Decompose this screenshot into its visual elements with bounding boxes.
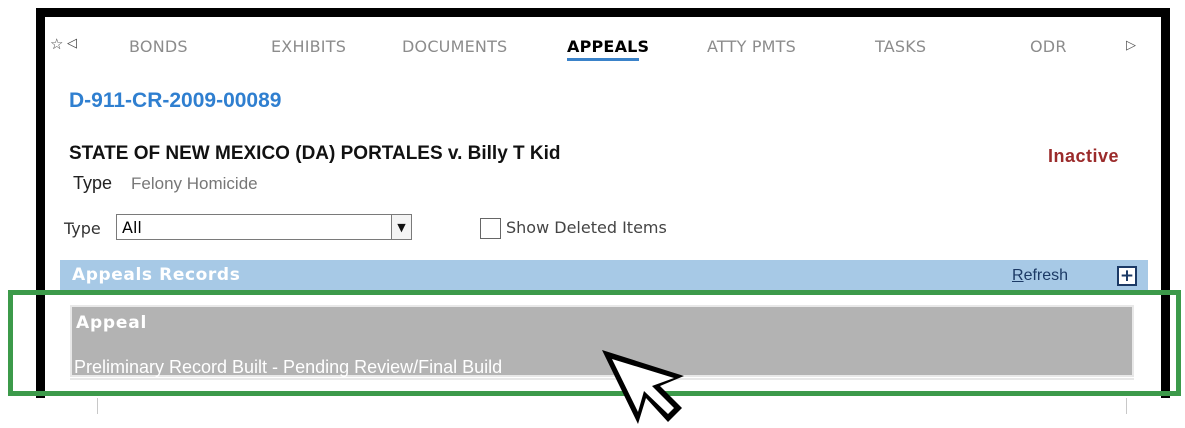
type-filter-value: All xyxy=(122,218,142,237)
frame-gap-left xyxy=(36,398,98,428)
case-type-value: Felony Homicide xyxy=(131,174,258,193)
content-edge-right xyxy=(1126,398,1127,414)
dropdown-arrow-icon[interactable]: ▼ xyxy=(391,215,411,239)
show-deleted-label[interactable]: Show Deleted Items xyxy=(506,218,667,237)
case-type-label: Type xyxy=(73,173,113,193)
refresh-link-text: efresh xyxy=(1023,267,1069,284)
appeal-record-status: Preliminary Record Built - Pending Revie… xyxy=(74,357,503,377)
tab-bonds[interactable]: BONDS xyxy=(129,37,188,56)
content-edge-left xyxy=(97,398,98,414)
right-arrow-icon[interactable]: ▷ xyxy=(1126,38,1136,53)
plus-box-icon[interactable]: + xyxy=(1117,266,1137,286)
tab-atty-pmts[interactable]: ATTY PMTS xyxy=(707,37,796,56)
mouse-pointer-icon xyxy=(602,350,684,424)
tab-exhibits[interactable]: EXHIBITS xyxy=(271,37,346,56)
tab-documents[interactable]: DOCUMENTS xyxy=(402,37,507,56)
status-badge: Inactive xyxy=(1048,146,1120,166)
appeals-records-title: Appeals Records xyxy=(72,265,241,285)
case-title: STATE OF NEW MEXICO (DA) PORTALES v. Bil… xyxy=(69,143,561,164)
tab-tasks[interactable]: TASKS xyxy=(875,37,926,56)
star-icon[interactable]: ☆ xyxy=(50,35,63,53)
case-number[interactable]: D-911-CR-2009-00089 xyxy=(69,89,281,113)
tab-odr[interactable]: ODR xyxy=(1030,37,1067,56)
active-tab-indicator xyxy=(567,58,639,61)
refresh-link[interactable]: Refresh xyxy=(1012,267,1068,285)
frame-gap-right xyxy=(1126,398,1170,428)
appeal-record-title: Appeal xyxy=(76,313,148,333)
refresh-link-accesskey: R xyxy=(1012,267,1024,284)
appeals-records-header: Appeals Records Refresh + xyxy=(60,260,1148,292)
type-filter-select[interactable]: All ▼ xyxy=(116,214,412,240)
left-arrow-icon[interactable]: ◁ xyxy=(67,36,77,51)
tab-appeals[interactable]: APPEALS xyxy=(567,37,649,56)
show-deleted-checkbox[interactable] xyxy=(480,218,501,239)
type-filter-label: Type xyxy=(64,219,101,238)
